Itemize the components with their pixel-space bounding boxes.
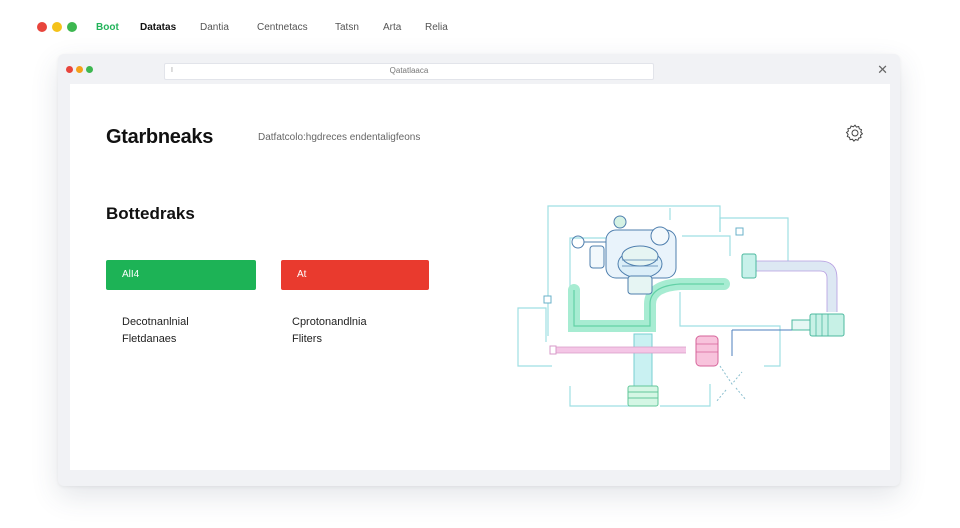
left-description-line-2: Fletdanaes [122,333,177,345]
top-bar: Boot Datatas Dantia Centnetacs Tatsn Art… [0,0,960,56]
pipes-engine-illustration [517,205,845,407]
address-bar[interactable]: I Qatatlaaca [164,63,654,80]
settings-button[interactable] [844,122,866,144]
nav-item-boot[interactable]: Boot [96,22,119,33]
nav-item-centnetacs[interactable]: Centnetacs [257,22,308,33]
right-description: Cprotonandlnia Fliters [292,314,367,348]
window-maximize-dot[interactable] [86,66,93,73]
nav-item-datatas[interactable]: Datatas [140,22,176,33]
window-minimize-dot[interactable] [76,66,83,73]
nav-item-relia[interactable]: Relia [425,22,448,33]
maximize-dot[interactable] [67,22,77,32]
content-panel: Gtarbneaks Datfatcolo:hgdreces endentali… [70,84,890,470]
gear-icon [845,124,864,142]
right-description-line-2: Fliters [292,333,322,345]
app-window: I Qatatlaaca ✕ Gtarbneaks Datfatcolo:hgd… [58,54,900,486]
left-description: Decotnanlnial Fletdanaes [122,314,189,348]
right-description-line-1: Cprotonandlnia [292,316,367,328]
brand-title: Gtarbneaks [106,126,214,148]
close-icon[interactable]: ✕ [877,62,888,78]
primary-button[interactable]: AlI4 [106,260,256,290]
address-text: Qatatlaaca [389,66,429,75]
nav-item-dantia[interactable]: Dantia [200,22,229,33]
section-title: Bottedraks [106,204,195,223]
nav-item-tatsn[interactable]: Tatsn [335,22,359,33]
left-description-line-1: Decotnanlnial [122,316,189,328]
minimize-dot[interactable] [52,22,62,32]
nav-item-arta[interactable]: Arta [383,22,401,33]
window-close-dot[interactable] [66,66,73,73]
danger-button[interactable]: At [281,260,429,290]
close-dot[interactable] [37,22,47,32]
tagline: Datfatcolo:hgdreces endentaligfeons [258,132,421,143]
